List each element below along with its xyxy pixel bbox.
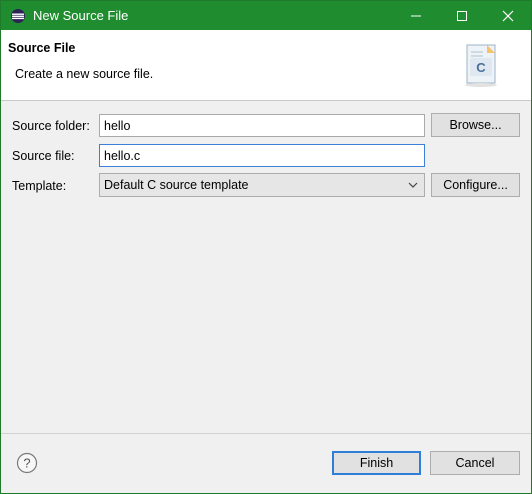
- configure-button[interactable]: Configure...: [431, 173, 520, 197]
- wizard-header: Source File Create a new source file. C: [1, 30, 531, 101]
- source-folder-input[interactable]: [99, 114, 425, 137]
- footer-divider: [1, 433, 531, 434]
- page-title: Source File: [8, 41, 76, 55]
- svg-text:?: ?: [23, 456, 30, 471]
- maximize-icon: [457, 10, 467, 21]
- page-description: Create a new source file.: [15, 67, 154, 81]
- minimize-icon: [411, 15, 421, 16]
- template-select[interactable]: Default C source template: [99, 173, 425, 197]
- close-icon: [502, 10, 514, 21]
- template-label: Template:: [12, 179, 67, 193]
- new-source-file-dialog: New Source File Source File Create a new…: [0, 0, 532, 494]
- window-title: New Source File: [33, 8, 129, 23]
- minimize-button[interactable]: [393, 1, 439, 30]
- chevron-down-icon: [408, 182, 418, 188]
- c-file-letter: C: [476, 60, 486, 75]
- eclipse-app-icon: [10, 8, 26, 24]
- source-file-input[interactable]: [99, 144, 425, 167]
- c-file-icon: C: [461, 42, 501, 88]
- source-folder-label: Source folder:: [12, 119, 90, 133]
- finish-button[interactable]: Finish: [332, 451, 421, 475]
- template-selected-value: Default C source template: [104, 178, 249, 192]
- title-bar[interactable]: New Source File: [1, 1, 531, 30]
- cancel-button[interactable]: Cancel: [430, 451, 520, 475]
- browse-button[interactable]: Browse...: [431, 113, 520, 137]
- help-icon[interactable]: ?: [16, 452, 38, 474]
- maximize-button[interactable]: [439, 1, 485, 30]
- close-button[interactable]: [485, 1, 531, 30]
- source-file-label: Source file:: [12, 149, 75, 163]
